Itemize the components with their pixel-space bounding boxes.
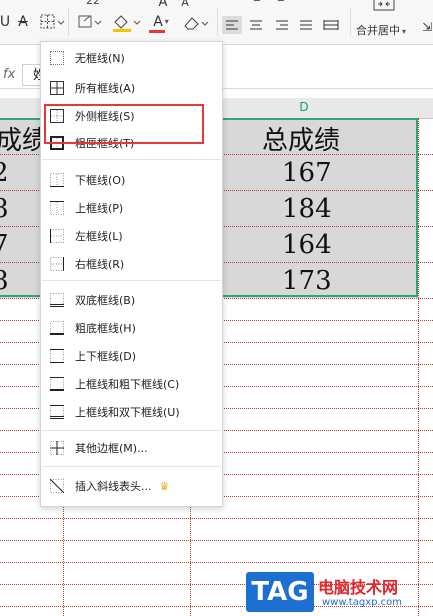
- column-header-d[interactable]: D: [292, 100, 316, 114]
- menu-item-label: 上框线和粗下框线(C): [75, 378, 180, 391]
- menu-separator: [42, 280, 221, 281]
- watermark-url: www.tagxp.com: [322, 597, 402, 608]
- double-bottom-border-icon: [50, 293, 64, 307]
- no-border-icon: [50, 51, 64, 65]
- menu-item-label: 右框线(R): [75, 258, 125, 271]
- valign-top-icon[interactable]: ≡: [250, 0, 264, 5]
- menu-item-thick-bottom-border[interactable]: 粗底框线(H): [41, 316, 222, 340]
- cell-style-icon[interactable]: [76, 12, 104, 32]
- right-border-icon: [50, 257, 64, 271]
- top-border-icon: [50, 201, 64, 215]
- font-color-glyph: A: [153, 13, 163, 30]
- menu-item-label: 其他边框(M)...: [75, 442, 148, 455]
- menu-item-right-border[interactable]: 右框线(R): [41, 252, 222, 276]
- menu-item-label: 下框线(O): [75, 174, 126, 187]
- menu-item-label: 粗底框线(H): [75, 322, 136, 335]
- font-color-caret-icon: ▾: [164, 17, 169, 26]
- menu-separator: [42, 466, 221, 467]
- merge-cells-icon[interactable]: [372, 0, 396, 12]
- menu-item-label: 无框线(N): [75, 52, 125, 65]
- menu-item-label: 所有框线(A): [75, 82, 136, 95]
- eraser-icon[interactable]: [180, 12, 214, 34]
- toolbar-separator: [350, 8, 351, 36]
- highlight-annotation-box: [44, 104, 204, 144]
- menu-item-diagonal-header[interactable]: 插入斜线表头... ♛: [41, 474, 222, 498]
- fill-color-icon[interactable]: [110, 12, 144, 34]
- cell-total-value[interactable]: 167: [282, 158, 332, 188]
- align-right-icon[interactable]: [272, 16, 292, 34]
- left-border-icon: [50, 229, 64, 243]
- underline-icon[interactable]: U: [0, 14, 12, 30]
- menu-item-top-double-bottom-border[interactable]: 上框线和双下框线(U): [41, 400, 222, 424]
- crown-icon: ♛: [159, 479, 170, 493]
- menu-item-top-bottom-border[interactable]: 上下框线(D): [41, 344, 222, 368]
- cell-total-value[interactable]: 184: [282, 194, 332, 224]
- font-color-bar: [149, 29, 165, 33]
- menu-item-no-border[interactable]: 无框线(N): [41, 46, 222, 70]
- ribbon-toolbar: U A 22 A A A ▾ ≡ ≡ 合并居中▾: [0, 0, 433, 45]
- strikethrough-icon[interactable]: A: [14, 14, 32, 30]
- fx-icon[interactable]: fx: [3, 67, 15, 82]
- diagonal-header-icon: [49, 478, 65, 494]
- more-borders-icon: [50, 441, 64, 455]
- all-borders-icon: [50, 81, 64, 95]
- menu-separator: [42, 430, 221, 431]
- align-center-icon[interactable]: [246, 16, 266, 34]
- merge-center-label: 合并居中: [356, 24, 400, 37]
- distributed-align-icon[interactable]: [320, 16, 342, 34]
- toolbar-separator: [217, 8, 218, 36]
- font-color-icon[interactable]: A ▾: [144, 12, 178, 34]
- cell-total-value[interactable]: 173: [282, 266, 332, 296]
- toolbar-separator: [68, 8, 69, 36]
- menu-item-all-borders[interactable]: 所有框线(A): [41, 76, 222, 100]
- menu-item-bottom-border[interactable]: 下框线(O): [41, 168, 222, 192]
- font-shrink-icon[interactable]: A: [178, 0, 192, 9]
- cell-c-value[interactable]: 8: [0, 194, 9, 224]
- cell-c-value[interactable]: 8: [0, 266, 9, 296]
- menu-item-label: 上框线(P): [75, 202, 124, 215]
- wrap-text-icon[interactable]: ⇲: [420, 20, 433, 34]
- cell-total-value[interactable]: 164: [282, 230, 332, 260]
- font-size-value[interactable]: 22: [86, 0, 100, 7]
- menu-item-left-border[interactable]: 左框线(L): [41, 224, 222, 248]
- justify-icon[interactable]: [296, 16, 316, 34]
- menu-item-label: 左框线(L): [75, 230, 123, 243]
- menu-item-label: 双底框线(B): [75, 294, 136, 307]
- cell-total-header[interactable]: 总成绩: [262, 120, 340, 157]
- menu-item-double-bottom-border[interactable]: 双底框线(B): [41, 288, 222, 312]
- menu-item-more-borders[interactable]: 其他边框(M)...: [41, 436, 222, 460]
- border-dropdown-menu: 无框线(N) 所有框线(A) 外侧框线(S) 粗匣框线(T) 下框线(O) 上框…: [40, 41, 223, 507]
- align-left-icon[interactable]: [222, 16, 242, 34]
- row-gridline: [0, 562, 433, 563]
- cell-c-value[interactable]: 7: [0, 230, 9, 260]
- column-gridline: [418, 118, 419, 616]
- menu-item-top-border[interactable]: 上框线(P): [41, 196, 222, 220]
- row-gridline: [0, 540, 433, 541]
- row-gridline: [0, 518, 433, 519]
- top-thick-bottom-border-icon: [50, 377, 64, 391]
- thick-bottom-border-icon: [50, 321, 64, 335]
- menu-item-label: 插入斜线表头...: [75, 480, 152, 493]
- top-double-bottom-border-icon: [50, 405, 64, 419]
- menu-separator: [42, 159, 221, 160]
- bottom-border-icon: [50, 173, 64, 187]
- top-bottom-border-icon: [50, 349, 64, 363]
- merge-center-button[interactable]: 合并居中 ▾: [356, 22, 406, 38]
- menu-item-label: 上框线和双下框线(U): [75, 406, 180, 419]
- border-icon[interactable]: [38, 12, 66, 32]
- cell-c-value[interactable]: 2: [0, 158, 9, 188]
- valign-middle-icon[interactable]: ≡: [274, 0, 288, 5]
- menu-item-label: 上下框线(D): [75, 350, 137, 363]
- menu-item-top-thick-bottom-border[interactable]: 上框线和粗下框线(C): [41, 372, 222, 396]
- font-grow-icon[interactable]: A: [156, 0, 170, 10]
- watermark-logo: TAG: [246, 572, 314, 612]
- merge-center-caret-icon: ▾: [402, 27, 407, 36]
- watermark-title: 电脑技术网: [318, 578, 399, 597]
